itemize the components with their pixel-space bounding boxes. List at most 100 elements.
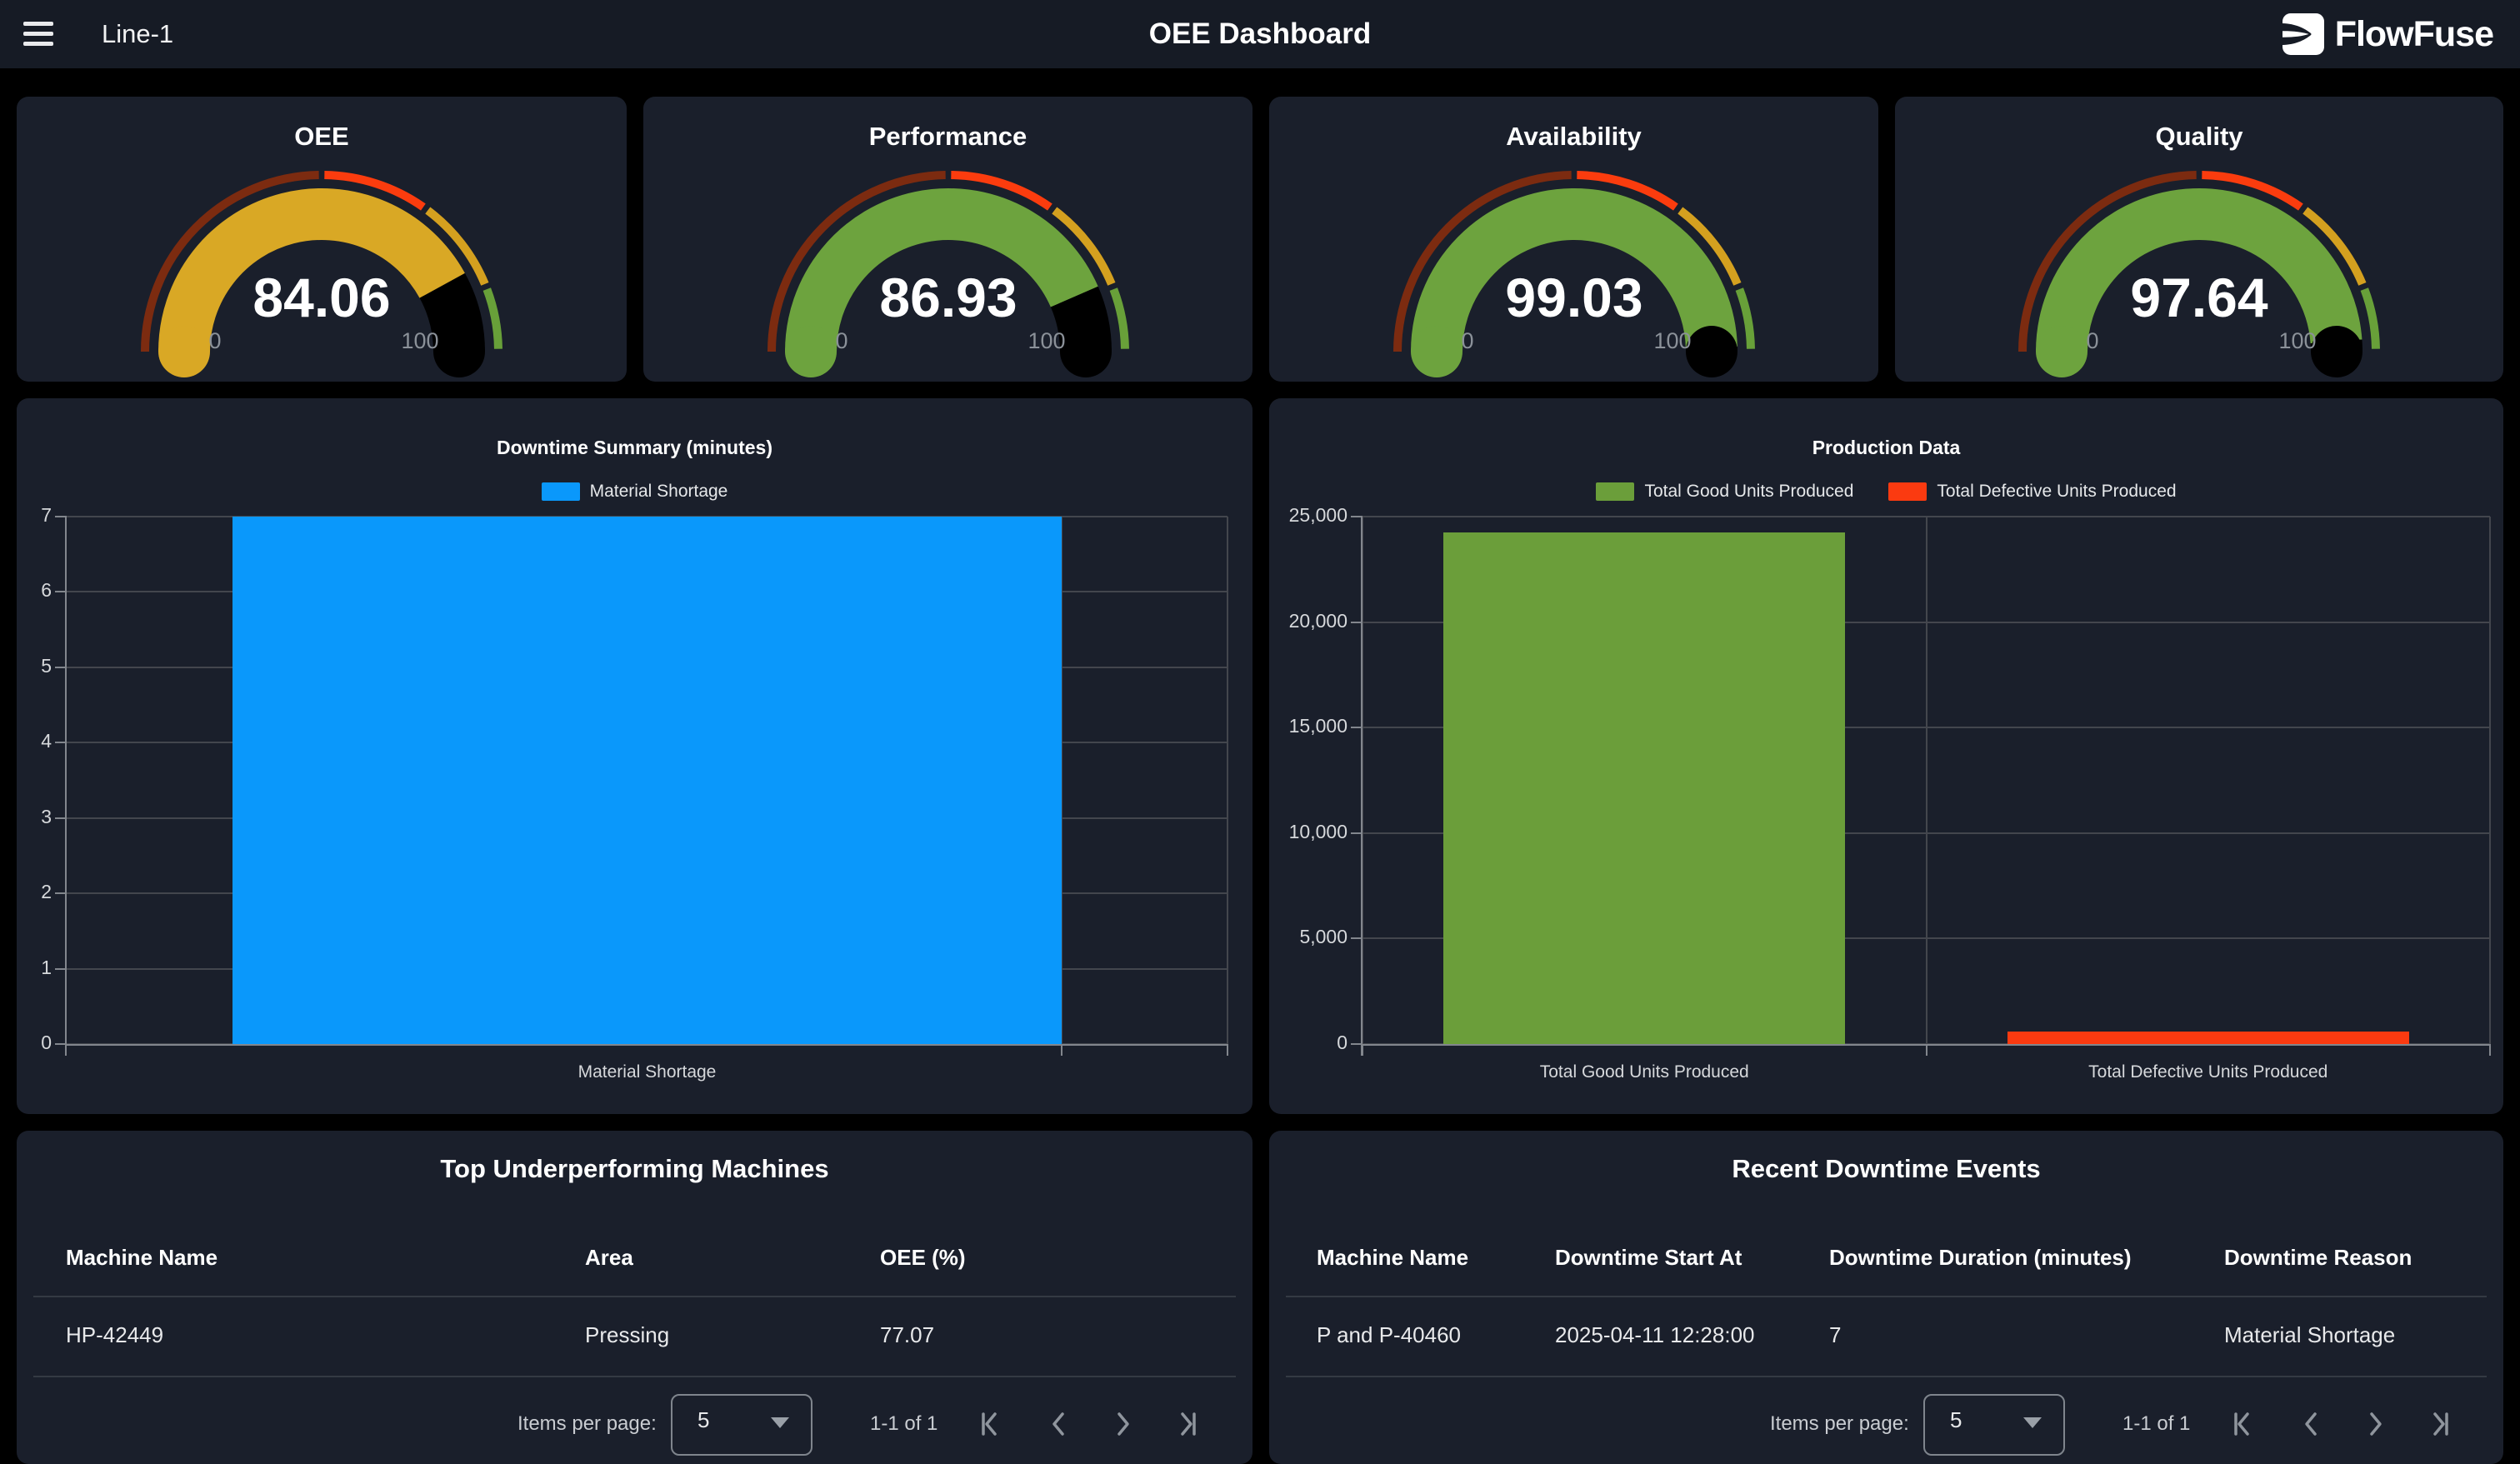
column-header-machine-name: Machine Name [66,1245,218,1271]
column-header-oee-: OEE (%) [880,1245,966,1271]
legend-item[interactable]: Total Defective Units Produced [1888,482,2176,502]
page-range-label: 1-1 of 1 [2122,1412,2190,1436]
gauge-value: 99.03 [1505,267,1642,328]
y-tick-label: 5,000 [1269,926,1348,948]
table-card-downtime-events: Recent Downtime EventsMachine NameDownti… [1269,1131,2503,1464]
items-per-page-label: Items per page: [1770,1412,1909,1436]
legend-label: Material Shortage [590,482,728,502]
gauge-title: OEE [17,122,627,152]
chart-card-downtime: Downtime Summary (minutes) Material Short… [17,398,1252,1114]
column-header-downtime-duration-minutes-: Downtime Duration (minutes) [1829,1245,2132,1271]
table-cell: HP-42449 [66,1322,163,1348]
gauge-oee: 84.060100 [130,150,513,382]
y-tick-label: 7 [17,504,52,527]
legend-item[interactable]: Material Shortage [542,482,728,502]
y-tick-label: 10,000 [1269,821,1348,843]
y-tick-label: 1 [17,957,52,979]
items-per-page-label: Items per page: [518,1412,657,1436]
legend-label: Total Defective Units Produced [1937,482,2176,502]
page-title: OEE Dashboard [0,0,2520,68]
first-page-icon[interactable] [974,1406,1011,1442]
gauge-quality: 97.640100 [2008,150,2391,382]
header-divider [1286,1296,2487,1297]
brand-name: FlowFuse [2335,14,2493,55]
table-cell: Material Shortage [2224,1322,2395,1348]
bar-total-good-units-produced [1443,532,1845,1044]
gauge-card-quality: Quality97.640100 [1895,97,2503,382]
v-gridline [1926,517,1928,1044]
last-page-icon[interactable] [2419,1406,2456,1442]
gauge-max-label: 100 [1653,328,1691,353]
page-range-label: 1-1 of 1 [870,1412,938,1436]
row-divider [33,1376,1236,1377]
legend-swatch [1596,482,1634,501]
y-tick-label: 25,000 [1269,504,1348,527]
bar-material-shortage [232,517,1062,1044]
legend-swatch [542,482,580,501]
legend-swatch [1888,482,1927,501]
bar-total-defective-units-produced [2008,1032,2409,1044]
y-tick-label: 20,000 [1269,610,1348,632]
x-tick-label: Material Shortage [398,1062,898,1082]
y-tick-label: 0 [17,1032,52,1054]
column-header-downtime-start-at: Downtime Start At [1555,1245,1742,1271]
chart-title: Production Data [1269,437,2503,459]
table-cell: Pressing [585,1322,669,1348]
legend-label: Total Good Units Produced [1644,482,1853,502]
chart-card-production: Production Data Total Good Units Produced… [1269,398,2503,1114]
gauge-max-label: 100 [1028,328,1065,353]
x-tick [1926,1044,1928,1056]
y-tick-label: 6 [17,579,52,602]
gauge-value: 86.93 [879,267,1017,328]
gauge-title: Performance [643,122,1252,152]
caret-down-icon [2023,1417,2042,1428]
dashboard-root: Line-1 OEE Dashboard FlowFuse OEE84.0601… [0,0,2520,1430]
x-axis-line [1361,1044,2490,1046]
gauge-performance: 86.93 0 100 [757,150,1140,382]
y-tick-label: 2 [17,881,52,903]
page-size-select[interactable]: 5 [671,1394,812,1456]
y-tick-label: 0 [1269,1032,1348,1054]
next-page-icon[interactable] [2357,1406,2393,1442]
chart-legend: Material Shortage [17,482,1252,502]
prev-page-icon[interactable] [2293,1406,2330,1442]
page-size-select[interactable]: 5 [1923,1394,2065,1456]
x-tick [1061,1044,1062,1056]
chart-legend: Total Good Units Produced Total Defective… [1269,482,2503,502]
gauge-min-label: 0 [2086,328,2098,353]
prev-page-icon[interactable] [1041,1406,1078,1442]
y-tick-label: 4 [17,730,52,752]
page-size-value: 5 [698,1407,709,1433]
gauge-value: 84.06 [252,267,390,328]
gauge-card-oee: OEE84.060100 [17,97,627,382]
y-tick-label: 3 [17,806,52,828]
last-page-icon[interactable] [1167,1406,1203,1442]
x-tick-label: Total Defective Units Produced [1958,1062,2458,1082]
chart-title: Downtime Summary (minutes) [17,437,1252,459]
legend-item[interactable]: Total Good Units Produced [1596,482,1853,502]
y-axis-line [1361,517,1362,1056]
gauge-availability: 99.030100 [1382,150,1766,382]
top-bar: Line-1 OEE Dashboard FlowFuse [0,0,2520,68]
table-cell: 7 [1829,1322,1841,1348]
gauge-min-label: 0 [835,328,848,353]
x-axis-line [65,1044,1228,1046]
x-tick [1227,1044,1228,1056]
gauge-max-label: 100 [401,328,438,353]
gauge-title: Availability [1269,122,1878,152]
gauge-card-performance: Performance 86.93 0 100 [643,97,1252,382]
y-tick-label: 5 [17,655,52,677]
column-header-area: Area [585,1245,633,1271]
page-size-value: 5 [1950,1407,1962,1433]
gauge-value: 97.64 [2130,267,2268,328]
x-tick-label: Total Good Units Produced [1394,1062,1894,1082]
column-header-machine-name: Machine Name [1317,1245,1468,1271]
v-gridline [2489,517,2491,1044]
gauge-title: Quality [1895,122,2503,152]
x-tick [2489,1044,2491,1056]
first-page-icon[interactable] [2227,1406,2263,1442]
next-page-icon[interactable] [1104,1406,1141,1442]
gauge-card-availability: Availability99.030100 [1269,97,1878,382]
table-cell: P and P-40460 [1317,1322,1461,1348]
flowfuse-icon [2282,13,2324,55]
